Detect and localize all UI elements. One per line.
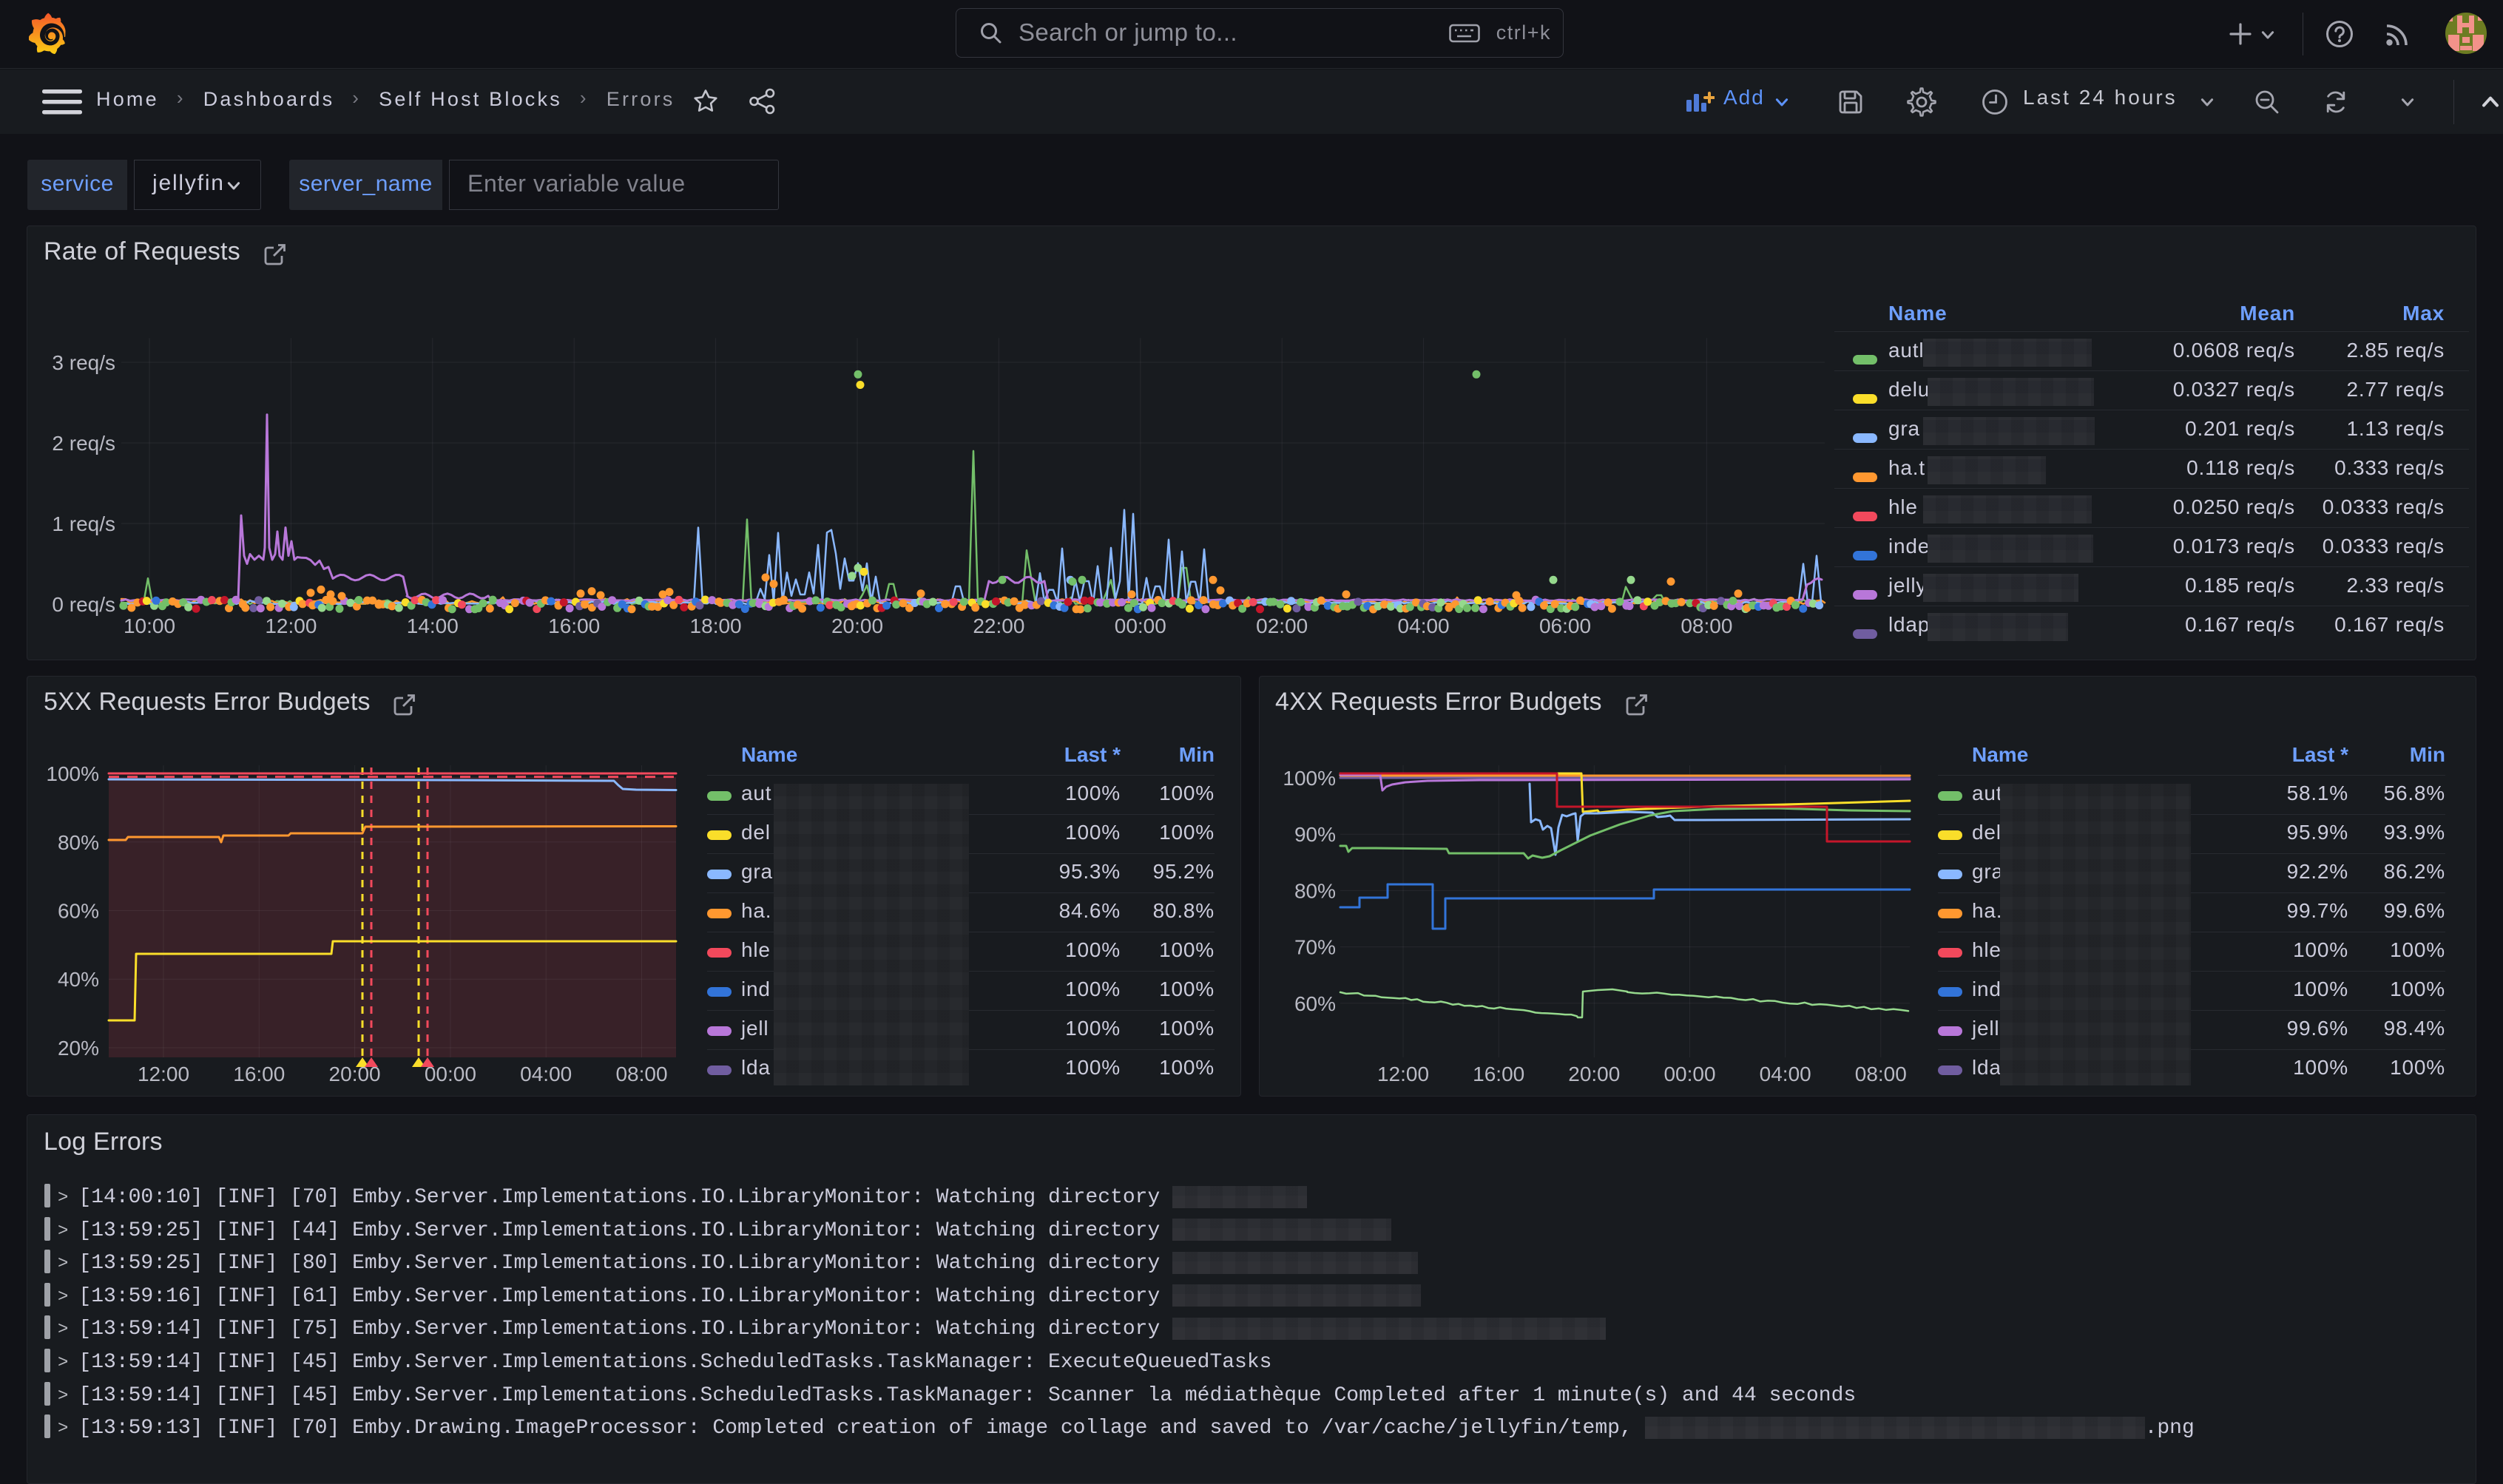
svg-text:00:00: 00:00 [1663, 1063, 1715, 1085]
svg-text:70%: 70% [1294, 936, 1336, 959]
svg-text:90%: 90% [1294, 823, 1336, 846]
svg-text:12:00: 12:00 [1377, 1063, 1429, 1085]
svg-text:100%: 100% [1283, 767, 1336, 790]
svg-text:16:00: 16:00 [1473, 1063, 1524, 1085]
svg-text:60%: 60% [1294, 992, 1336, 1015]
svg-text:04:00: 04:00 [1760, 1063, 1811, 1085]
svg-text:80%: 80% [1294, 879, 1336, 902]
svg-text:20:00: 20:00 [1568, 1063, 1620, 1085]
svg-text:08:00: 08:00 [1855, 1063, 1907, 1085]
